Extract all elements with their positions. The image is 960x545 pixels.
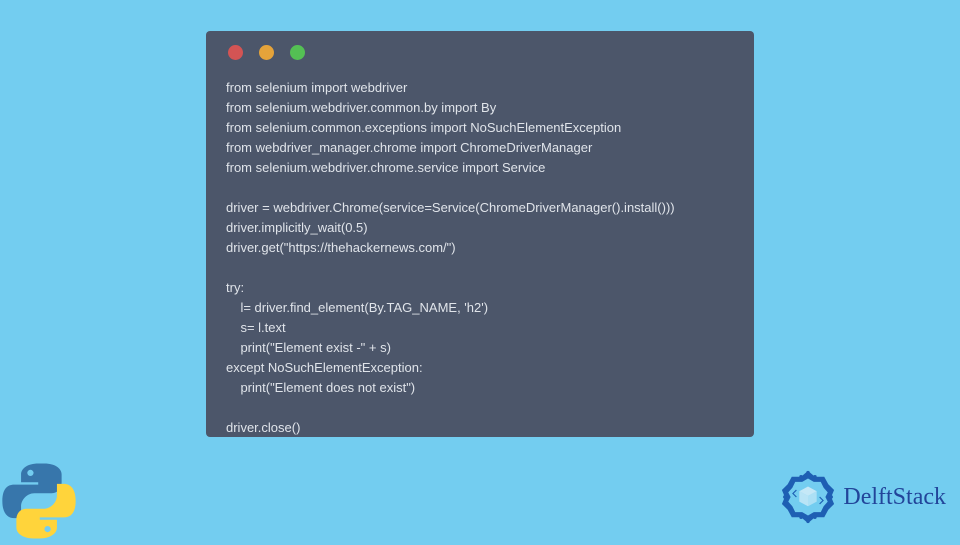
minimize-dot-icon — [259, 45, 274, 60]
delftstack-brand: DelftStack — [779, 468, 946, 526]
python-logo-icon — [0, 462, 78, 540]
delftstack-logo-icon — [779, 468, 837, 526]
code-block: from selenium import webdriver from sele… — [226, 78, 734, 438]
code-window: from selenium import webdriver from sele… — [206, 31, 754, 437]
maximize-dot-icon — [290, 45, 305, 60]
window-controls — [228, 45, 734, 60]
close-dot-icon — [228, 45, 243, 60]
delftstack-brand-text: DelftStack — [843, 484, 946, 511]
